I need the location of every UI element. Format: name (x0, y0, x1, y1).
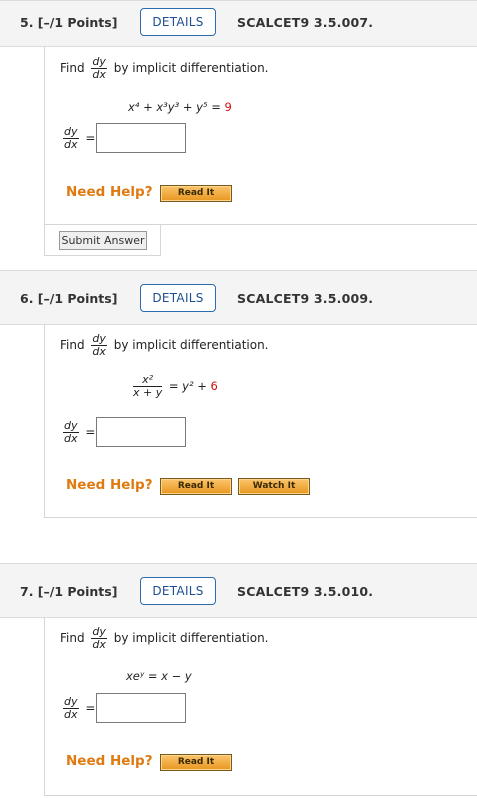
question-7-answer-input[interactable] (96, 693, 186, 723)
find-label: Find (60, 61, 85, 75)
frac-den: dx (92, 68, 106, 81)
question-7-details-button[interactable]: DETAILS (140, 577, 216, 605)
equation-fraction: x² x + y (133, 374, 163, 399)
equation-mid: = y² + (168, 379, 211, 393)
question-6-watch-it-button[interactable]: Watch It (238, 478, 310, 495)
question-6-need-help: Need Help? (66, 477, 153, 493)
question-5-points: 5. [–/1 Points] (20, 15, 118, 30)
question-5-code: SCALCET9 3.5.007. (237, 15, 374, 30)
question-6-header: 6. [–/1 Points] DETAILS SCALCET9 3.5.009… (0, 270, 477, 325)
equation-lhs: x⁴ + x³y³ + y⁵ = (128, 100, 225, 114)
question-7-answer-label: dy dx = (60, 696, 95, 721)
question-7-prompt: Find dy dx by implicit differentiation. (60, 626, 269, 651)
question-5-answer-label: dy dx = (60, 126, 95, 151)
dy-dx-fraction: dy dx (91, 333, 107, 358)
question-6-answer-input[interactable] (96, 417, 186, 447)
question-7-equation: xeʸ = x − y (126, 669, 192, 683)
question-5-details-button[interactable]: DETAILS (140, 8, 216, 36)
dy-dx-fraction: dy dx (63, 696, 79, 721)
question-5-prompt: Find dy dx by implicit differentiation. (60, 56, 269, 81)
prompt-text: by implicit differentiation. (113, 631, 269, 645)
frac-den: dx (92, 345, 106, 358)
frac-den: dx (64, 432, 78, 445)
frac-den: dx (64, 138, 78, 151)
dy-dx-fraction: dy dx (91, 626, 107, 651)
question-6-code: SCALCET9 3.5.009. (237, 291, 374, 306)
find-label: Find (60, 338, 85, 352)
question-7-code: SCALCET9 3.5.010. (237, 584, 374, 599)
question-7-read-it-button[interactable]: Read It (160, 754, 232, 771)
frac-den: dx (92, 638, 106, 651)
question-5-answer-input[interactable] (96, 123, 186, 153)
find-label: Find (60, 631, 85, 645)
question-7-need-help: Need Help? (66, 753, 153, 769)
question-7-header: 7. [–/1 Points] DETAILS SCALCET9 3.5.010… (0, 563, 477, 618)
frac-den: x + y (133, 386, 163, 399)
frac-den: dx (64, 708, 78, 721)
prompt-text: by implicit differentiation. (113, 338, 269, 352)
question-6-prompt: Find dy dx by implicit differentiation. (60, 333, 269, 358)
question-6-details-button[interactable]: DETAILS (140, 284, 216, 312)
prompt-text: by implicit differentiation. (113, 61, 269, 75)
question-6-read-it-button[interactable]: Read It (160, 478, 232, 495)
question-5-header: 5. [–/1 Points] DETAILS SCALCET9 3.5.007… (0, 0, 477, 47)
equals-sign: = (85, 701, 96, 715)
question-6-answer-label: dy dx = (60, 420, 95, 445)
question-6-equation: x² x + y = y² + 6 (130, 374, 218, 399)
equals-sign: = (85, 131, 96, 145)
dy-dx-fraction: dy dx (63, 420, 79, 445)
dy-dx-fraction: dy dx (63, 126, 79, 151)
equals-sign: = (85, 425, 96, 439)
dy-dx-fraction: dy dx (91, 56, 107, 81)
equation-rhs: 9 (224, 100, 232, 114)
question-6-points: 6. [–/1 Points] (20, 291, 118, 306)
question-5-need-help: Need Help? (66, 184, 153, 200)
question-7-points: 7. [–/1 Points] (20, 584, 118, 599)
question-5-equation: x⁴ + x³y³ + y⁵ = 9 (128, 100, 232, 114)
question-5-read-it-button[interactable]: Read It (160, 185, 232, 202)
equation-rhs: 6 (210, 379, 218, 393)
submit-area (44, 224, 161, 256)
